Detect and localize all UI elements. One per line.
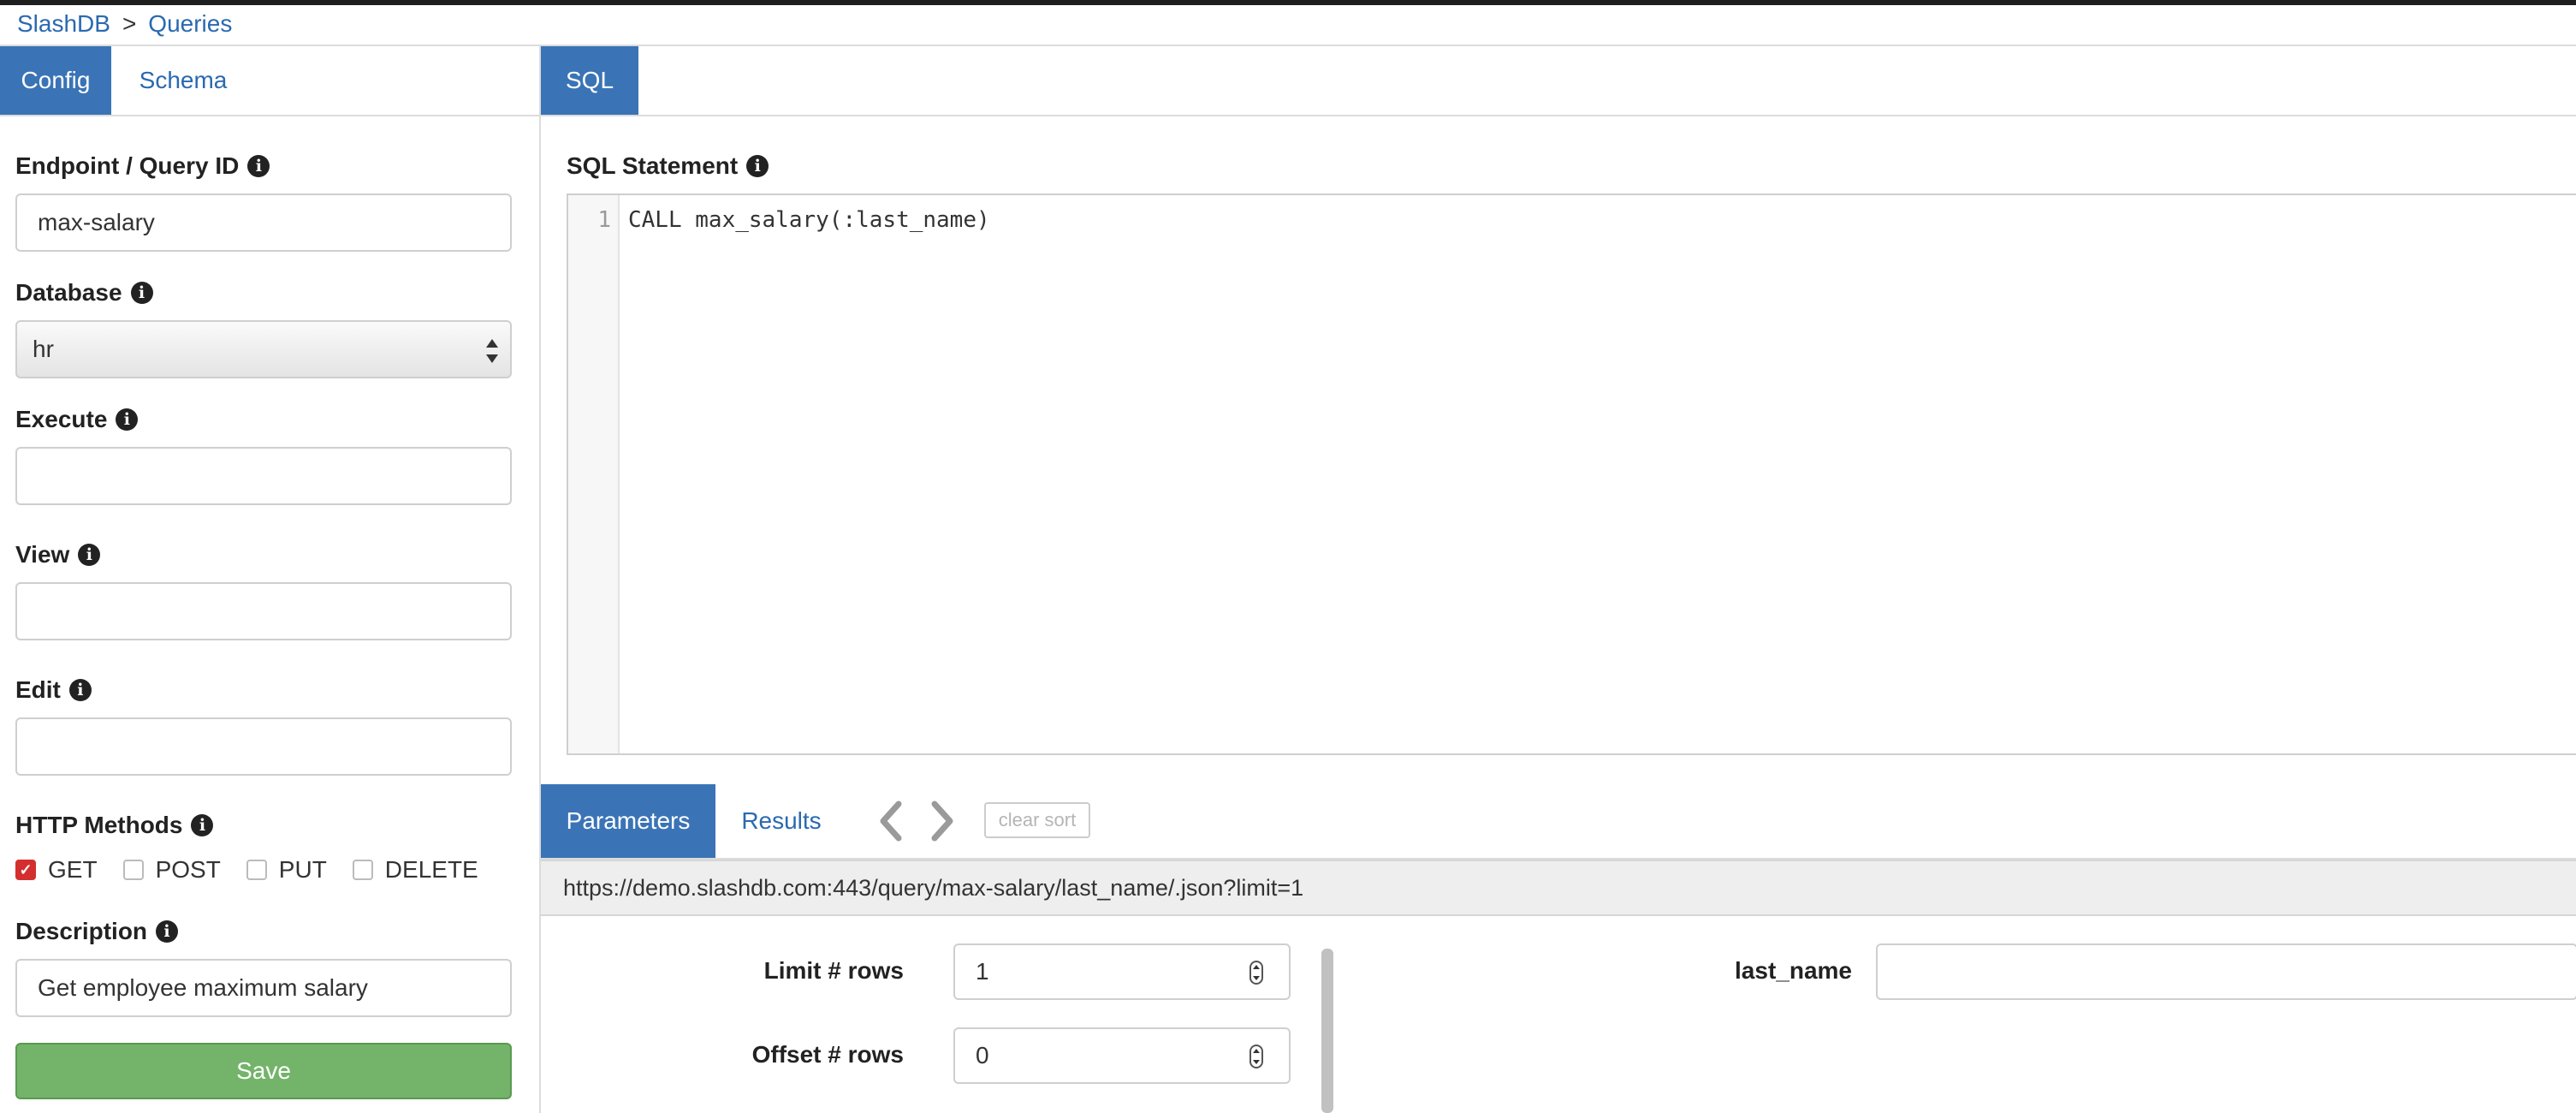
- endpoint-label-text: Endpoint / Query ID: [15, 152, 240, 179]
- sql-editor[interactable]: 1 CALL max_salary(:last_name): [567, 193, 2576, 755]
- method-delete-checkbox[interactable]: [352, 860, 373, 880]
- limit-rows-value: 1: [976, 958, 989, 985]
- info-icon[interactable]: i: [156, 920, 179, 943]
- edit-label-text: Edit: [15, 676, 61, 703]
- offset-rows-label: Offset # rows: [751, 1041, 904, 1068]
- description-label: Description i: [15, 918, 179, 945]
- spinner-arrows-icon[interactable]: [1249, 961, 1263, 985]
- clear-sort-button[interactable]: clear sort: [984, 802, 1090, 838]
- tab-divider: [0, 115, 2576, 116]
- offset-rows-value: 0: [976, 1042, 989, 1068]
- breadcrumb: SlashDB > Queries: [17, 9, 232, 39]
- execute-label: Execute i: [15, 406, 139, 433]
- tab-results[interactable]: Results: [727, 784, 835, 858]
- view-label: View i: [15, 541, 101, 568]
- sql-statement-label-text: SQL Statement: [567, 152, 739, 179]
- tab-sql[interactable]: SQL: [541, 46, 638, 115]
- breadcrumb-divider: [0, 45, 2576, 46]
- method-delete-label: DELETE: [384, 856, 478, 883]
- offset-rows-input[interactable]: 0: [953, 1027, 1291, 1084]
- view-input[interactable]: [15, 582, 512, 640]
- execute-label-text: Execute: [15, 406, 108, 432]
- method-get[interactable]: ✓ GET: [15, 856, 98, 884]
- top-bar: [0, 0, 2576, 5]
- database-label-text: Database: [15, 279, 122, 306]
- chevron-left-icon[interactable]: [873, 800, 907, 842]
- info-icon[interactable]: i: [116, 408, 139, 431]
- endpoint-label: Endpoint / Query ID i: [15, 152, 270, 180]
- edit-input[interactable]: [15, 717, 512, 776]
- method-post[interactable]: POST: [122, 856, 221, 884]
- spinner-arrows-icon[interactable]: [1249, 1045, 1263, 1068]
- sql-code[interactable]: CALL max_salary(:last_name): [628, 207, 990, 233]
- description-label-text: Description: [15, 918, 148, 944]
- breadcrumb-slashdb[interactable]: SlashDB: [17, 10, 110, 37]
- chevron-right-icon[interactable]: [926, 800, 960, 842]
- execute-input[interactable]: [15, 447, 512, 505]
- select-arrows-icon: [486, 337, 500, 365]
- info-icon[interactable]: i: [68, 679, 92, 701]
- limit-rows-label: Limit # rows: [763, 957, 904, 984]
- breadcrumb-separator: >: [122, 10, 137, 37]
- limit-rows-input[interactable]: 1: [953, 943, 1291, 1000]
- query-url[interactable]: https://demo.slashdb.com:443/query/max-s…: [563, 875, 1303, 902]
- info-icon[interactable]: i: [746, 155, 769, 177]
- description-value: Get employee maximum salary: [38, 974, 368, 1001]
- description-input[interactable]: Get employee maximum salary: [15, 959, 512, 1017]
- method-put-checkbox[interactable]: [246, 860, 267, 880]
- parameters-scrollbar[interactable]: [1321, 949, 1333, 1113]
- breadcrumb-queries[interactable]: Queries: [148, 10, 232, 37]
- tab-schema[interactable]: Schema: [111, 46, 255, 115]
- info-icon[interactable]: i: [247, 155, 270, 177]
- method-put-label: PUT: [278, 856, 327, 883]
- line-number: 1: [597, 207, 611, 233]
- http-methods-label: HTTP Methods i: [15, 812, 214, 839]
- last-name-label: last_name: [1735, 957, 1852, 984]
- query-url-bar: https://demo.slashdb.com:443/query/max-s…: [541, 860, 2576, 916]
- method-post-checkbox[interactable]: [122, 860, 144, 880]
- save-button[interactable]: Save: [15, 1043, 512, 1099]
- method-post-label: POST: [155, 856, 221, 883]
- last-name-input[interactable]: [1876, 943, 2576, 1000]
- database-value: hr: [33, 336, 54, 362]
- panel-divider: [539, 45, 541, 1113]
- database-label: Database i: [15, 279, 153, 307]
- info-icon[interactable]: i: [130, 282, 153, 304]
- http-methods-label-text: HTTP Methods: [15, 812, 183, 838]
- view-label-text: View: [15, 541, 70, 568]
- database-select[interactable]: hr: [15, 320, 512, 378]
- info-icon[interactable]: i: [78, 544, 101, 566]
- endpoint-input[interactable]: max-salary: [15, 193, 512, 252]
- info-icon[interactable]: i: [191, 814, 214, 836]
- sql-statement-label: SQL Statement i: [567, 152, 769, 180]
- method-get-label: GET: [48, 856, 98, 883]
- method-put[interactable]: PUT: [246, 856, 327, 884]
- tab-config[interactable]: Config: [0, 46, 111, 115]
- editor-gutter: 1: [568, 195, 620, 753]
- checkmark-icon[interactable]: ✓: [15, 860, 36, 880]
- edit-label: Edit i: [15, 676, 92, 704]
- endpoint-value: max-salary: [38, 209, 155, 235]
- tab-parameters[interactable]: Parameters: [541, 784, 715, 858]
- http-methods-group: ✓ GET POST PUT DELETE: [15, 856, 504, 884]
- method-delete[interactable]: DELETE: [352, 856, 478, 884]
